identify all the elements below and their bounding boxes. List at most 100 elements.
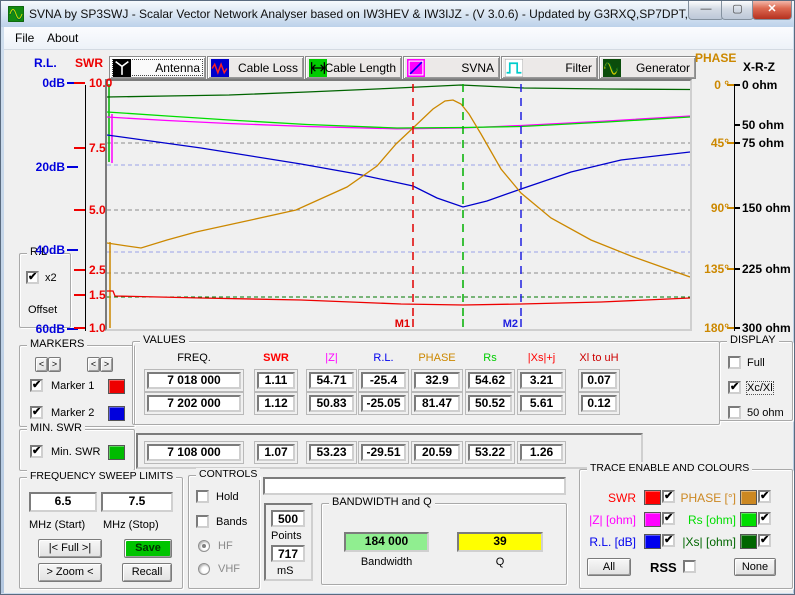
- value-min-freq[interactable]: 7 108 000: [144, 441, 244, 464]
- value-m2-xl[interactable]: 0.12: [578, 392, 620, 415]
- start-frequency-field[interactable]: 6.5: [29, 492, 97, 512]
- rl-x2-checkbox[interactable]: [26, 271, 39, 284]
- display-label-1[interactable]: Xc/Xl: [747, 382, 773, 394]
- rl-offset-button[interactable]: Offset: [28, 304, 57, 316]
- close-button[interactable]: [752, 1, 792, 20]
- points-field[interactable]: 500: [271, 510, 305, 527]
- sweep-plot[interactable]: M1M2: [105, 79, 692, 331]
- value-m2-rs[interactable]: 50.52: [465, 392, 515, 415]
- sweep-time-field[interactable]: 717: [271, 545, 305, 562]
- rl-axis-tick: 40dB: [21, 243, 65, 257]
- display-label-2[interactable]: 50 ohm: [747, 407, 784, 419]
- hold-checkbox[interactable]: [196, 490, 209, 503]
- xrz-axis-tickmark: [734, 124, 740, 126]
- trace-enable-checkbox[interactable]: [758, 512, 771, 525]
- display-checkbox-50-ohm[interactable]: [728, 406, 741, 419]
- no-traces-button[interactable]: None: [734, 558, 776, 576]
- hold-label[interactable]: Hold: [216, 491, 239, 503]
- display-checkbox-full[interactable]: [728, 356, 741, 369]
- trace-enable-checkbox[interactable]: [758, 534, 771, 547]
- value-m1-rs[interactable]: 54.62: [465, 369, 515, 392]
- marker1-checkbox[interactable]: [30, 379, 43, 392]
- value-m2-phase[interactable]: 81.47: [411, 392, 463, 415]
- value-min-swr[interactable]: 1.07: [254, 441, 298, 464]
- rl-x2-label[interactable]: x2: [45, 272, 57, 284]
- marker2-next-button[interactable]: >: [100, 357, 113, 372]
- recall-button[interactable]: Recall: [122, 563, 172, 582]
- swr-trace: [107, 291, 690, 305]
- min-swr-colour-swatch[interactable]: [108, 445, 125, 460]
- menu-file[interactable]: File: [11, 31, 38, 45]
- value-min-phase[interactable]: 20.59: [411, 441, 463, 464]
- trace-colour-swatch[interactable]: [644, 490, 661, 505]
- display-checkbox-xc-xl[interactable]: [728, 381, 741, 394]
- value-m1-swr[interactable]: 1.11: [254, 369, 298, 392]
- rss-label[interactable]: RSS: [650, 560, 677, 575]
- trace-colour-swatch[interactable]: [740, 512, 757, 527]
- trace-colour-swatch[interactable]: [644, 534, 661, 549]
- trace-enable-groupbox: TRACE ENABLE AND COLOURS All RSS None SW…: [579, 469, 793, 589]
- min-swr-checkbox[interactable]: [30, 445, 43, 458]
- hf-label[interactable]: HF: [218, 540, 233, 552]
- marker2-label[interactable]: Marker 2: [51, 407, 94, 419]
- tab-cable-loss[interactable]: Cable Loss: [207, 56, 304, 79]
- trace-enable-checkbox[interactable]: [662, 512, 675, 525]
- value-min-rl[interactable]: -29.51: [358, 441, 409, 464]
- minimize-button[interactable]: [688, 1, 724, 20]
- value-m2-freq[interactable]: 7 202 000: [144, 392, 244, 415]
- vhf-label[interactable]: VHF: [218, 563, 240, 575]
- value-m2-z[interactable]: 50.83: [306, 392, 357, 415]
- rl-axis-tick: 0dB: [21, 76, 65, 90]
- all-traces-button[interactable]: All: [587, 558, 631, 576]
- markers-caption: MARKERS: [27, 338, 87, 350]
- marker1-next-button[interactable]: >: [48, 357, 61, 372]
- marker1-label[interactable]: Marker 1: [51, 380, 94, 392]
- tab-antenna[interactable]: Antenna: [109, 56, 206, 79]
- marker2-prev-button[interactable]: <: [87, 357, 100, 372]
- value-m1-z[interactable]: 54.71: [306, 369, 357, 392]
- trace-colour-swatch[interactable]: [740, 534, 757, 549]
- tab-label: Generator: [636, 61, 690, 75]
- trace-enable-checkbox[interactable]: [662, 534, 675, 547]
- hf-radio[interactable]: [198, 540, 210, 552]
- save-button[interactable]: Save: [124, 539, 172, 558]
- tab-generator[interactable]: Generator: [599, 56, 696, 79]
- value-m1-freq[interactable]: 7 018 000: [144, 369, 244, 392]
- rss-checkbox[interactable]: [683, 560, 696, 573]
- bands-checkbox[interactable]: [196, 515, 209, 528]
- value-m1-rl[interactable]: -25.4: [358, 369, 409, 392]
- marker1-colour-swatch[interactable]: [108, 379, 125, 394]
- marker1-prev-button[interactable]: <: [35, 357, 48, 372]
- marker2-checkbox[interactable]: [30, 406, 43, 419]
- title-bar[interactable]: SVNA by SP3SWJ - Scalar Vector Network A…: [1, 1, 795, 28]
- display-label-0[interactable]: Full: [747, 357, 765, 369]
- stop-frequency-field[interactable]: 7.5: [101, 492, 173, 512]
- value-min-z[interactable]: 53.23: [306, 441, 357, 464]
- value-m2-xs[interactable]: 5.61: [517, 392, 566, 415]
- trace-enable-checkbox[interactable]: [662, 490, 675, 503]
- min-swr-label[interactable]: Min. SWR: [51, 446, 101, 458]
- marker2-colour-swatch[interactable]: [108, 406, 125, 421]
- value-m2-rl[interactable]: -25.05: [358, 392, 409, 415]
- tab-filter[interactable]: Filter: [501, 56, 598, 79]
- bands-label[interactable]: Bands: [216, 516, 247, 528]
- swr-axis-tick: 10.0: [89, 76, 112, 90]
- value-m1-phase[interactable]: 32.9: [411, 369, 463, 392]
- maximize-button[interactable]: [721, 1, 754, 20]
- menu-about[interactable]: About: [43, 31, 82, 45]
- value-min-xs[interactable]: 1.26: [517, 441, 566, 464]
- trace-enable-checkbox[interactable]: [758, 490, 771, 503]
- zoom-sweep-button[interactable]: > Zoom <: [38, 563, 102, 582]
- vhf-radio[interactable]: [198, 563, 210, 575]
- tab-cable-length[interactable]: Cable Length: [305, 56, 402, 79]
- value-m1-xs[interactable]: 3.21: [517, 369, 566, 392]
- phase-trace: [107, 100, 690, 277]
- trace-colour-swatch[interactable]: [740, 490, 757, 505]
- tab-svna[interactable]: SVNA: [403, 56, 500, 79]
- value-m2-swr[interactable]: 1.12: [254, 392, 298, 415]
- scan-status-field[interactable]: [263, 477, 566, 495]
- value-m1-xl[interactable]: 0.07: [578, 369, 620, 392]
- full-sweep-button[interactable]: |< Full >|: [38, 539, 102, 558]
- value-min-rs[interactable]: 53.22: [465, 441, 515, 464]
- trace-colour-swatch[interactable]: [644, 512, 661, 527]
